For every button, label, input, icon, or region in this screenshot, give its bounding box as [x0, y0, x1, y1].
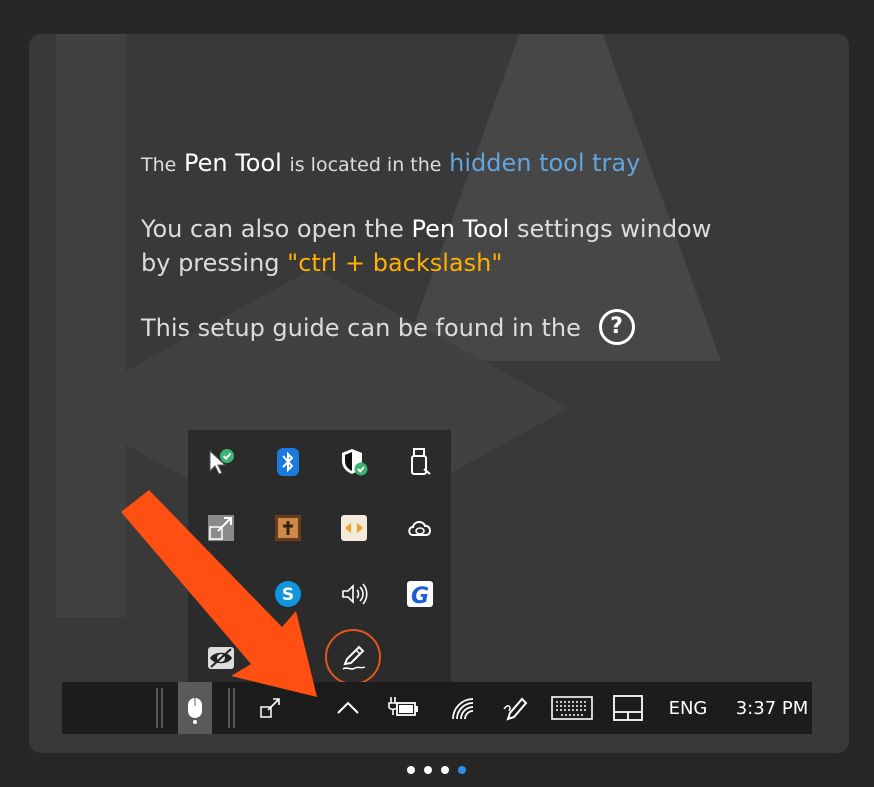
message-line-1: The Pen Tool is located in the hidden to…	[141, 146, 640, 182]
carousel-pagination	[407, 766, 471, 774]
message-text: settings window	[516, 215, 712, 243]
pen-tool-highlight-ring	[325, 629, 381, 685]
message-line-3: by pressing "ctrl + backslash"	[141, 246, 502, 280]
svg-text:G: G	[411, 584, 429, 609]
message-text: The	[141, 154, 177, 176]
bluetooth-icon[interactable]	[268, 442, 308, 482]
carousel-dot-active[interactable]	[458, 766, 466, 774]
show-hidden-icons-chevron-up-icon[interactable]	[330, 682, 366, 734]
carousel-dot[interactable]	[407, 766, 415, 774]
mouse-app-icon[interactable]	[178, 682, 212, 734]
message-text: by pressing	[141, 249, 280, 277]
message-text: This setup guide can be found in the	[141, 314, 581, 342]
hidden-tool-tray-link[interactable]: hidden tool tray	[449, 149, 640, 177]
taskbar-separator	[154, 682, 166, 734]
message-line-4: This setup guide can be found in the ?	[141, 309, 635, 347]
hidden-tool-tray: S G	[188, 430, 451, 684]
system-clock[interactable]: 3:37 PM	[730, 682, 814, 734]
display-resize-icon[interactable]	[254, 682, 288, 734]
touchpad-icon[interactable]	[610, 682, 646, 734]
volume-icon[interactable]	[334, 574, 374, 614]
message-text: You can also open the	[141, 215, 404, 243]
grammarly-icon[interactable]: G	[400, 574, 440, 614]
pen-tool-name: Pen Tool	[411, 215, 510, 243]
help-icon[interactable]: ?	[598, 309, 635, 345]
message-line-2: You can also open the Pen Tool settings …	[141, 212, 711, 246]
eye-icon[interactable]	[201, 638, 241, 678]
transfer-app-icon[interactable]	[334, 508, 374, 548]
taskbar-separator	[226, 682, 238, 734]
guide-card: The Pen Tool is located in the hidden to…	[29, 34, 849, 753]
svg-text:S: S	[282, 585, 294, 605]
input-language-indicator[interactable]: ENG	[660, 682, 716, 734]
message-text: is located in the	[289, 154, 442, 176]
keyboard-shortcut: "ctrl + backslash"	[287, 249, 503, 277]
wifi-icon[interactable]	[447, 682, 479, 734]
display-resize-icon[interactable]	[201, 508, 241, 548]
pen-tool-name: Pen Tool	[183, 149, 282, 177]
usb-device-icon[interactable]	[400, 442, 440, 482]
taskbar: ENG 3:37 PM	[62, 682, 812, 734]
cursor-check-icon[interactable]	[201, 442, 241, 482]
creative-cloud-icon[interactable]	[400, 508, 440, 548]
security-shield-icon[interactable]	[334, 442, 374, 482]
carousel-dot[interactable]	[441, 766, 449, 774]
carousel-dot[interactable]	[424, 766, 432, 774]
touch-keyboard-icon[interactable]	[550, 682, 594, 734]
background-decoration-bar	[56, 34, 126, 617]
battery-charging-icon[interactable]	[386, 682, 420, 734]
calendar-app-icon[interactable]	[268, 508, 308, 548]
pen-workspace-icon[interactable]	[498, 682, 532, 734]
skype-icon[interactable]: S	[268, 574, 308, 614]
